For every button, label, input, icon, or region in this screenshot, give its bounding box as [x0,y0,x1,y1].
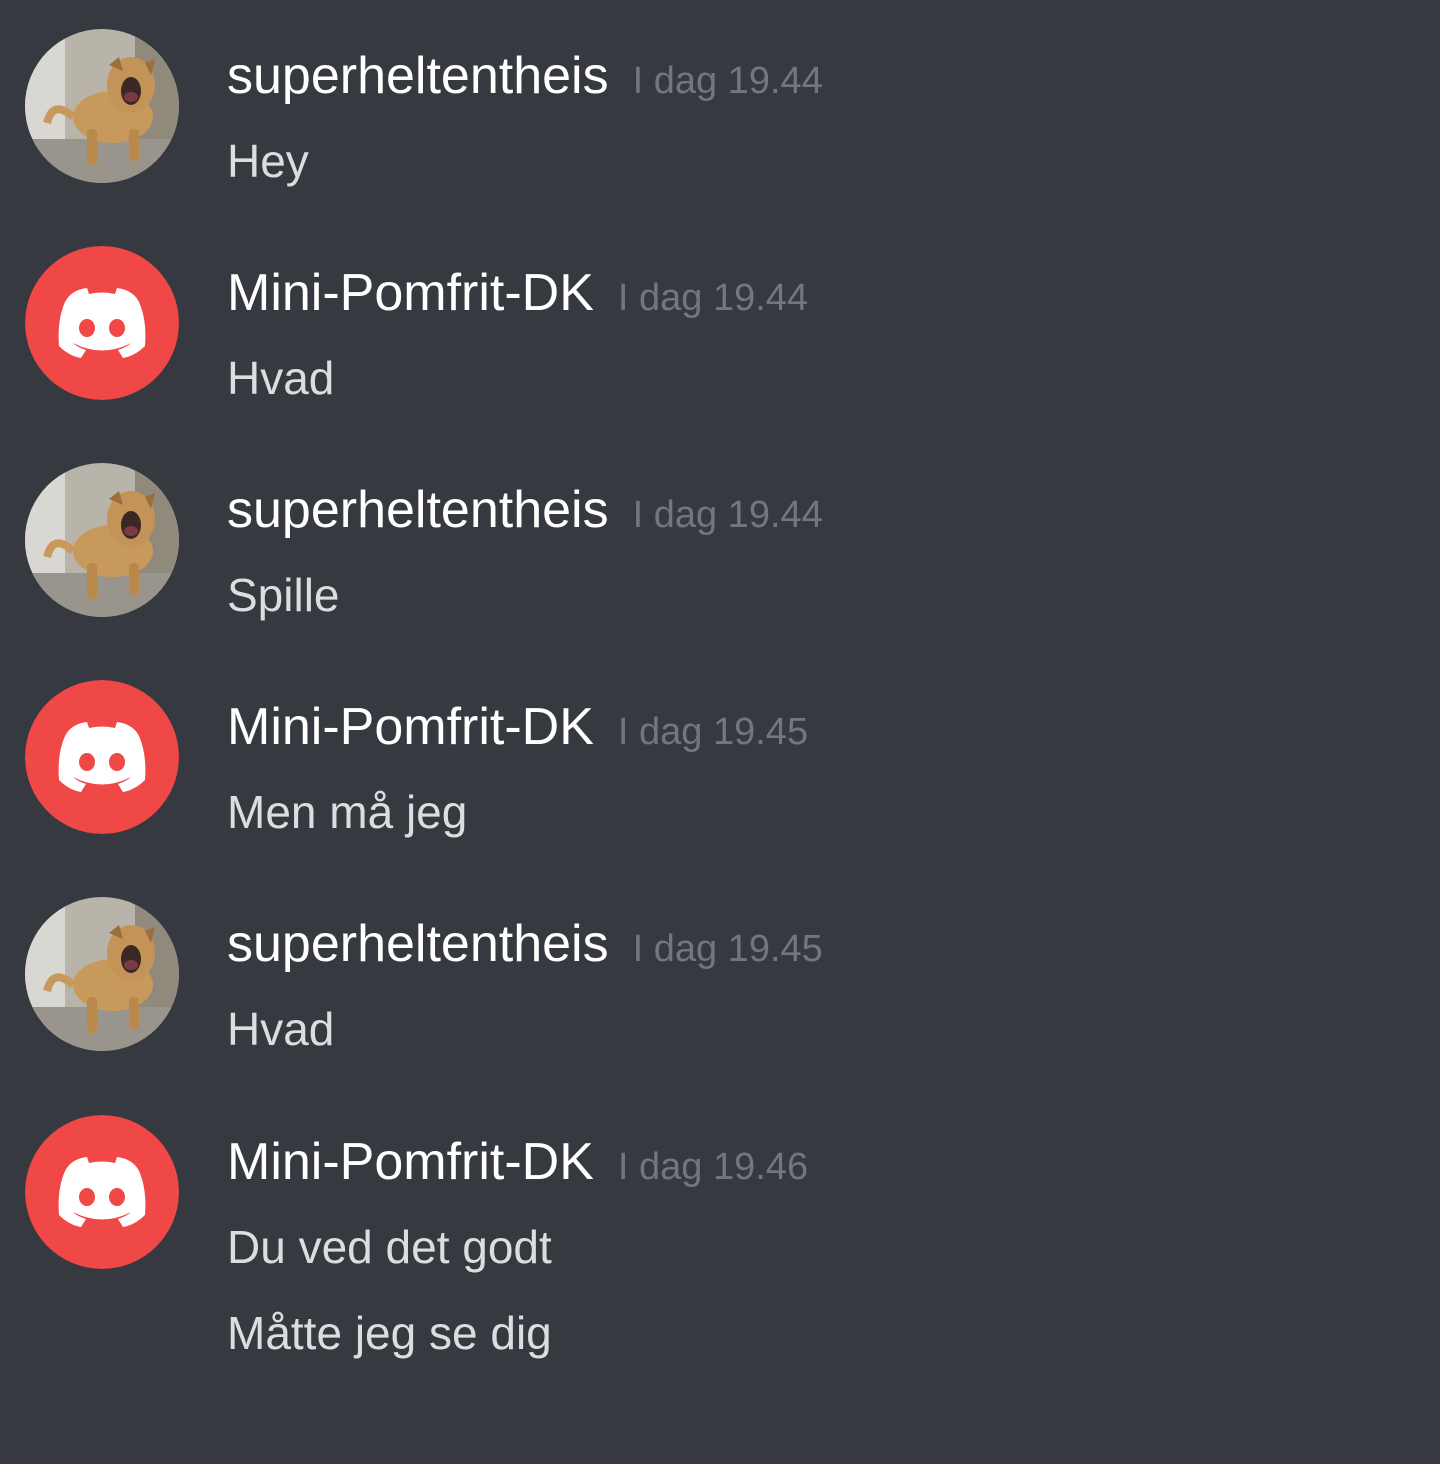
username[interactable]: superheltentheis [227,47,609,105]
username[interactable]: superheltentheis [227,481,609,539]
timestamp: I dag 19.44 [617,277,809,319]
timestamp: I dag 19.44 [632,60,823,102]
message-header: Mini-Pomfrit-DK I dag 19.45 [227,694,808,760]
message-text: Måtte jeg se dig [227,1307,552,1359]
message-list: superheltentheis I dag 19.44 Hey Mini-Pom… [0,0,1440,1464]
message-text: Du ved det godt [227,1221,552,1273]
discord-logo-icon [25,680,179,834]
message-text: Hey [227,135,309,187]
message-text: Hvad [227,352,335,404]
message-header: superheltentheis I dag 19.44 [227,43,823,109]
username[interactable]: Mini-Pomfrit-DK [227,1133,594,1191]
discord-logo-avatar[interactable] [25,1115,179,1269]
message-header: Mini-Pomfrit-DK I dag 19.46 [227,1129,808,1195]
username[interactable]: Mini-Pomfrit-DK [227,264,594,322]
username[interactable]: superheltentheis [227,915,609,973]
dog-photo-icon [25,29,179,183]
message-text: Men må jeg [227,786,468,838]
timestamp: I dag 19.45 [617,711,809,753]
dog-photo-avatar[interactable] [25,463,179,617]
message-text: Hvad [227,1003,335,1055]
dog-photo-icon [25,897,179,1051]
timestamp: I dag 19.46 [617,1146,809,1188]
dog-photo-avatar[interactable] [25,29,179,183]
username[interactable]: Mini-Pomfrit-DK [227,698,594,756]
discord-logo-icon [25,246,179,400]
discord-logo-icon [25,1115,179,1269]
message-header: superheltentheis I dag 19.45 [227,911,823,977]
message-header: superheltentheis I dag 19.44 [227,477,823,543]
message-header: Mini-Pomfrit-DK I dag 19.44 [227,260,808,326]
message-text: Spille [227,569,340,621]
timestamp: I dag 19.44 [632,494,823,536]
dog-photo-avatar[interactable] [25,897,179,1051]
discord-logo-avatar[interactable] [25,680,179,834]
dog-photo-icon [25,463,179,617]
timestamp: I dag 19.45 [632,928,823,970]
discord-logo-avatar[interactable] [25,246,179,400]
